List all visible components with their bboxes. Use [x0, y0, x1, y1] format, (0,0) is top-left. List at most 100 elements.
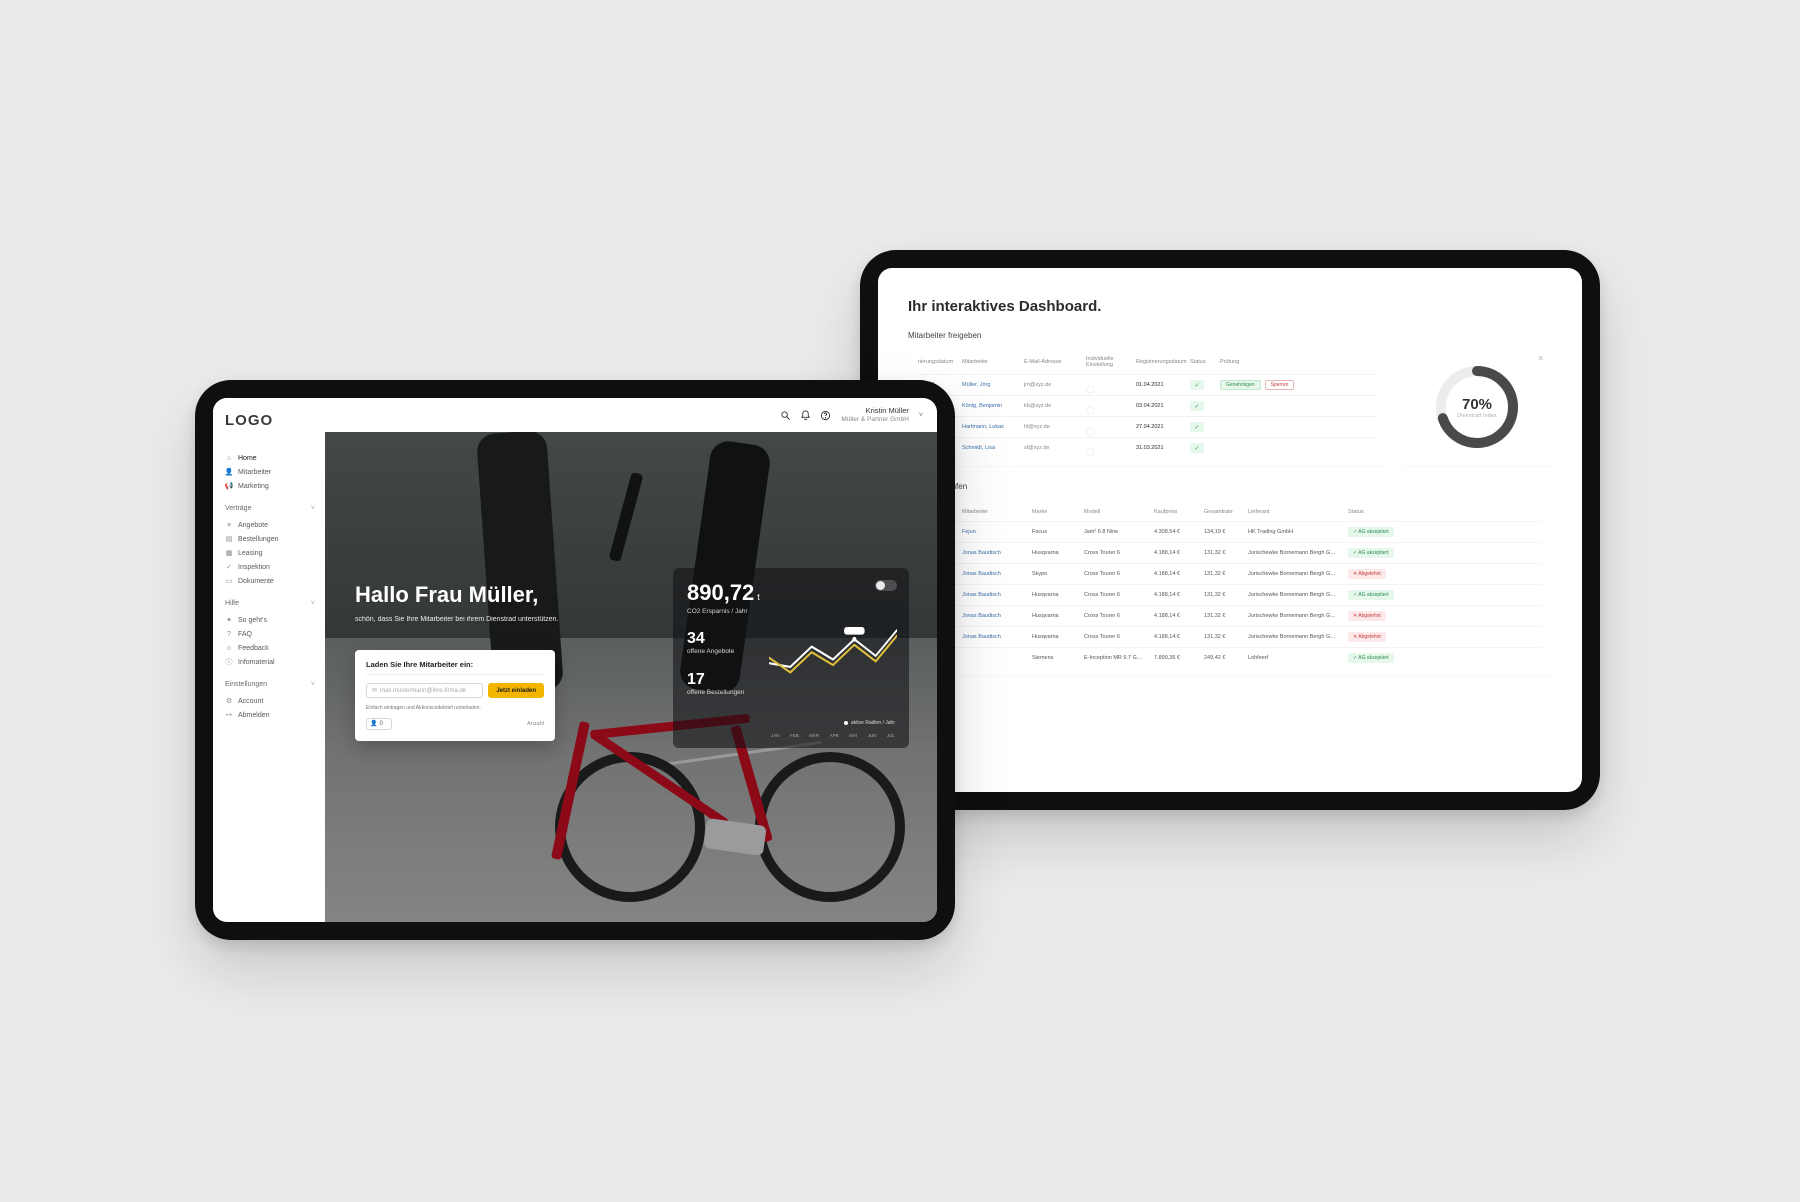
table-row[interactable]: 100180 Fejun Focus Jam² 6.8 Nine 4.308,5…: [918, 521, 1542, 542]
sidebar: LOGO ⌂Home👤Mitarbeiter📢Marketing Verträg…: [213, 398, 325, 922]
chart-axis: JANFEBMÄRAPRMAIJUNJUL: [771, 733, 895, 738]
👤-icon: 👤: [225, 468, 233, 476]
status-badge: ✕ Abgelehnt: [1348, 611, 1386, 621]
sidebar-item-account[interactable]: ⚙Account: [225, 694, 315, 708]
sidebar-item-angebote[interactable]: ≡Angebote: [225, 518, 315, 532]
donut-chart: 70% Dienstrad Index: [1432, 362, 1522, 452]
invite-note: Einfach eintragen und Aktionscodebrief r…: [366, 705, 544, 712]
user-name: Kristin Müller: [866, 407, 909, 416]
table-row[interactable]: 1.2021 Müller, Jörg jm@xyz.de 01.04.2021…: [918, 374, 1378, 395]
logo: LOGO: [225, 412, 315, 429]
bell-icon[interactable]: [799, 409, 811, 421]
▭-icon: ▭: [225, 577, 233, 585]
nav-header-einstellungen[interactable]: Einstellungen˅: [225, 681, 315, 688]
sidebar-item-marketing[interactable]: 📢Marketing: [225, 479, 315, 493]
✦-icon: ✦: [225, 616, 233, 624]
status-badge: ✓ AG akzeptiert: [1348, 653, 1394, 663]
mail-icon: ✉: [372, 687, 377, 694]
📢-icon: 📢: [225, 482, 233, 490]
▤-icon: ▤: [225, 535, 233, 543]
hero: Hallo Frau Müller, schön, dass Sie Ihre …: [325, 432, 937, 922]
user-menu[interactable]: Kristin Müller Müller & Partner GmbH: [841, 407, 909, 423]
sidebar-item-infomaterial[interactable]: ⓘInfomaterial: [225, 655, 315, 669]
table-row[interactable]: 100190 Jonas Baudisch Husqvarna Cross To…: [918, 584, 1542, 605]
sidebar-item-bestellungen[interactable]: ▤Bestellungen: [225, 532, 315, 546]
hero-subline: schön, dass Sie Ihre Mitarbeiter bei ihr…: [355, 616, 559, 623]
▦-icon: ▦: [225, 549, 233, 557]
co2-value: 890,72: [687, 580, 754, 605]
offers-panel: ID Mitarbeiter Marke Modell Kaufpreis Ge…: [908, 501, 1552, 676]
sidebar-item-so-geht-s[interactable]: ✦So geht's: [225, 613, 315, 627]
table-row[interactable]: 2.2021 Hartmann, Lukas hl@xyz.de 27.04.2…: [918, 416, 1378, 437]
table-row[interactable]: 100200 Jonas Baudisch Husqvarna Cross To…: [918, 542, 1542, 563]
invite-button[interactable]: Jetzt einladen: [488, 683, 544, 698]
stats-toggle[interactable]: [875, 580, 897, 591]
?-icon: ?: [225, 630, 233, 638]
chevron-down-icon: ˅: [311, 681, 315, 688]
✓-icon: ✓: [225, 563, 233, 571]
sidebar-item-feedback[interactable]: ☺Feedback: [225, 641, 315, 655]
sidebar-item-faq[interactable]: ?FAQ: [225, 627, 315, 641]
tablet-front: LOGO ⌂Home👤Mitarbeiter📢Marketing Verträg…: [195, 380, 955, 940]
check-icon: ✓: [1190, 401, 1204, 411]
donut-label: Dienstrad Index: [1457, 413, 1497, 419]
block-button[interactable]: Sperren: [1265, 380, 1295, 390]
sidebar-item-home[interactable]: ⌂Home: [225, 451, 315, 465]
user-company: Müller & Partner GmbH: [841, 416, 909, 423]
chart-legend: aktive Radkm / Jahr: [844, 720, 895, 726]
check-icon: ✓: [1190, 443, 1204, 453]
table-row[interactable]: 100260 Jonas Baudisch Skypo Cross Tourer…: [918, 563, 1542, 584]
↦-icon: ↦: [225, 711, 233, 719]
hero-greeting: Hallo Frau Müller,: [355, 582, 559, 608]
table-row[interactable]: 3.2021 König, Benjamin kb@xyz.de 03.04.2…: [918, 395, 1378, 416]
user-icon: 👤: [370, 720, 377, 727]
invite-download-link[interactable]: Anzahl: [398, 721, 544, 727]
nav-header-hilfe[interactable]: Hilfe˅: [225, 600, 315, 607]
status-badge: ✕ Abgelehnt: [1348, 632, 1386, 642]
≡-icon: ≡: [225, 521, 233, 529]
status-badge: ✓ AG akzeptiert: [1348, 590, 1394, 600]
ⓘ-icon: ⓘ: [225, 658, 233, 666]
open-offers-count: 34: [687, 630, 744, 648]
sidebar-item-leasing[interactable]: ▦Leasing: [225, 546, 315, 560]
chevron-down-icon: ˅: [919, 412, 923, 419]
⌂-icon: ⌂: [225, 454, 233, 462]
section-offers-title: Angebote prüfen: [908, 482, 1552, 491]
⚙-icon: ⚙: [225, 697, 233, 705]
stats-card: 890,72t CO2 Ersparnis / Jahr 34 offene A…: [673, 568, 909, 748]
table-row[interactable]: 100190 Jonas Baudisch Husqvarna Cross To…: [918, 626, 1542, 647]
table-row[interactable]: 100026_ba Siemens E-Inception MR 9.7 G… …: [918, 647, 1542, 668]
invite-email-input[interactable]: ✉ max.mustermann@ihre-firma.de: [366, 683, 483, 698]
sidebar-item-dokumente[interactable]: ▭Dokumente: [225, 574, 315, 588]
dashboard-title: Ihr interaktives Dashboard.: [908, 298, 1552, 315]
offers-header-row: ID Mitarbeiter Marke Modell Kaufpreis Ge…: [918, 509, 1542, 521]
section-employees-title: Mitarbeiter freigeben: [908, 331, 1552, 340]
sidebar-item-mitarbeiter[interactable]: 👤Mitarbeiter: [225, 465, 315, 479]
chevron-down-icon: ˅: [311, 505, 315, 512]
nav-header-vertraege[interactable]: Verträge˅: [225, 505, 315, 512]
donut-panel: ✕ 70% Dienstrad Index: [1402, 348, 1552, 466]
help-icon[interactable]: [819, 409, 831, 421]
status-badge: ✓ AG akzeptiert: [1348, 548, 1394, 558]
table-row[interactable]: 3.2021 Schmidt, Lisa sl@xyz.de 31.03.202…: [918, 437, 1378, 458]
check-icon: ✓: [1190, 422, 1204, 432]
chevron-down-icon: ˅: [311, 600, 315, 607]
status-badge: ✓ AG akzeptiert: [1348, 527, 1394, 537]
close-icon[interactable]: ✕: [1537, 354, 1544, 363]
sidebar-item-abmelden[interactable]: ↦Abmelden: [225, 708, 315, 722]
invite-card: Laden Sie Ihre Mitarbeiter ein: ✉ max.mu…: [355, 650, 555, 741]
invite-count[interactable]: 👤0: [366, 718, 392, 730]
approve-button[interactable]: Genehmigen: [1220, 380, 1261, 390]
donut-percent: 70%: [1462, 396, 1492, 413]
status-badge: ✕ Abgelehnt: [1348, 569, 1386, 579]
co2-line-chart: [769, 608, 897, 700]
table-row[interactable]: 100190 Jonas Baudisch Husqvarna Cross To…: [918, 605, 1542, 626]
invite-title: Laden Sie Ihre Mitarbeiter ein:: [366, 660, 544, 675]
search-icon[interactable]: [779, 409, 791, 421]
check-icon: ✓: [1190, 380, 1204, 390]
employees-header-row: rierungsdatum Mitarbeiter E-Mail-Adresse…: [918, 356, 1378, 374]
sidebar-item-inspektion[interactable]: ✓Inspektion: [225, 560, 315, 574]
☺-icon: ☺: [225, 644, 233, 652]
employees-panel: rierungsdatum Mitarbeiter E-Mail-Adresse…: [908, 348, 1388, 466]
topbar: Kristin Müller Müller & Partner GmbH ˅: [325, 398, 937, 432]
